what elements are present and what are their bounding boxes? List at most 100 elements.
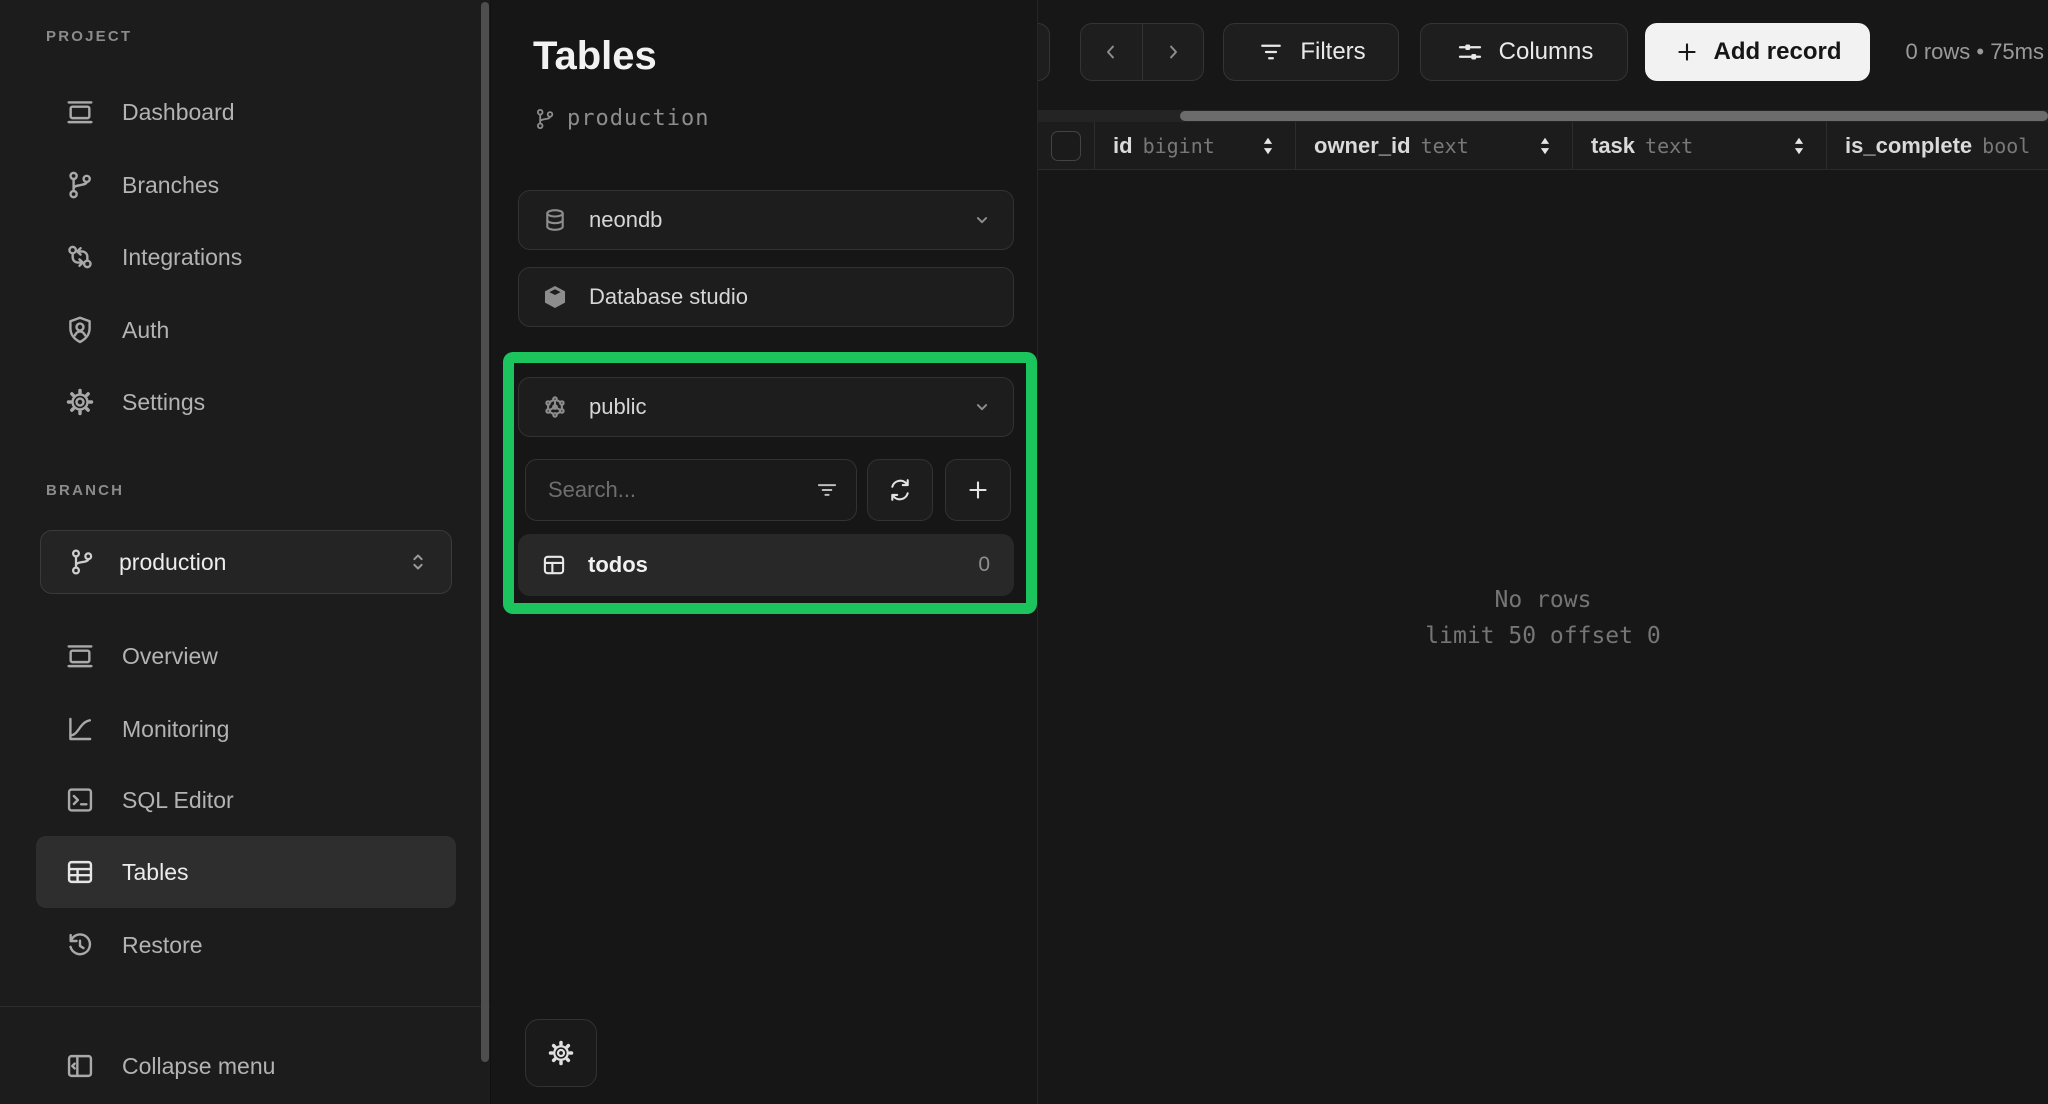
sidebar-item-restore[interactable]: Restore <box>36 909 456 981</box>
chevron-down-icon <box>969 207 995 233</box>
panel-branch: production <box>533 106 709 131</box>
database-selector[interactable]: neondb <box>518 190 1014 250</box>
plus-icon <box>964 476 992 504</box>
sidebar-item-label: Restore <box>122 932 203 959</box>
tables-panel: Tables production neondb Database studio… <box>490 0 1038 1104</box>
sidebar-item-overview[interactable]: Overview <box>36 620 456 692</box>
table-name: todos <box>588 552 978 578</box>
panel-collapse-icon <box>64 1050 96 1082</box>
filters-label: Filters <box>1300 38 1365 66</box>
collapse-menu-button[interactable]: Collapse menu <box>36 1030 456 1102</box>
git-compare-icon <box>64 241 96 273</box>
column-name: task <box>1591 133 1635 159</box>
table-row-count: 0 <box>978 553 990 577</box>
data-grid-area: Filters Columns Add record 0 rows • 75ms… <box>1038 0 2048 1104</box>
gear-icon <box>64 386 96 418</box>
columns-button[interactable]: Columns <box>1420 23 1628 81</box>
add-table-button[interactable] <box>945 459 1011 521</box>
chevron-right-icon <box>1160 39 1186 65</box>
sidebar-item-label: Auth <box>122 317 169 344</box>
schema-selector-value: public <box>589 394 969 420</box>
database-studio-label: Database studio <box>589 284 995 310</box>
cutoff-toolbar-button[interactable] <box>1038 23 1050 81</box>
window-icon <box>64 640 96 672</box>
next-page-button[interactable] <box>1143 24 1204 80</box>
refresh-icon <box>886 476 914 504</box>
add-record-button[interactable]: Add record <box>1645 23 1870 81</box>
panel-branch-name: production <box>567 106 709 131</box>
sidebar-item-sql-editor[interactable]: SQL Editor <box>36 764 456 836</box>
terminal-icon <box>64 784 96 816</box>
column-header-owner-id[interactable]: owner_id text <box>1296 122 1573 170</box>
window-icon <box>64 96 96 128</box>
project-section-label: PROJECT <box>46 28 132 45</box>
filters-button[interactable]: Filters <box>1223 23 1399 81</box>
sidebar-item-label: Settings <box>122 389 205 416</box>
schema-icon <box>541 393 569 421</box>
result-info: 0 rows • 75ms <box>1905 23 2044 81</box>
refresh-button[interactable] <box>867 459 933 521</box>
sidebar: PROJECT Dashboard Branches Integrations … <box>0 0 490 1104</box>
sidebar-item-branches[interactable]: Branches <box>36 149 456 221</box>
history-icon <box>64 929 96 961</box>
empty-state-line1: No rows <box>1038 582 2048 618</box>
grid-header: id bigint owner_id text task text is_com… <box>1038 122 2048 170</box>
git-branch-icon <box>64 169 96 201</box>
column-header-id[interactable]: id bigint <box>1095 122 1296 170</box>
sidebar-item-dashboard[interactable]: Dashboard <box>36 76 456 148</box>
search-input[interactable] <box>548 477 814 503</box>
chevron-down-icon <box>969 394 995 420</box>
sidebar-item-settings[interactable]: Settings <box>36 366 456 438</box>
sidebar-scrollbar[interactable] <box>481 2 489 1062</box>
git-branch-icon <box>533 107 557 131</box>
column-name: owner_id <box>1314 133 1411 159</box>
sidebar-item-label: Monitoring <box>122 716 229 743</box>
empty-state: No rows limit 50 offset 0 <box>1038 582 2048 654</box>
chart-icon <box>64 713 96 745</box>
pagination-controls <box>1080 23 1204 81</box>
chevron-left-icon <box>1098 39 1124 65</box>
table-list-item-todos[interactable]: todos 0 <box>518 534 1014 596</box>
column-header-task[interactable]: task text <box>1573 122 1827 170</box>
sidebar-item-integrations[interactable]: Integrations <box>36 221 456 293</box>
table-icon <box>540 551 568 579</box>
cube-icon <box>541 283 569 311</box>
schema-selector[interactable]: public <box>518 377 1014 437</box>
sort-icon[interactable] <box>1255 133 1281 159</box>
column-type: text <box>1421 134 1469 158</box>
branch-section-label: BRANCH <box>46 482 124 499</box>
sidebar-item-label: SQL Editor <box>122 787 234 814</box>
sort-icon[interactable] <box>1786 133 1812 159</box>
collapse-menu-label: Collapse menu <box>122 1053 275 1080</box>
branch-selector[interactable]: production <box>40 530 452 594</box>
horizontal-scrollbar <box>1038 110 2048 122</box>
sidebar-item-tables[interactable]: Tables <box>36 836 456 908</box>
sidebar-item-monitoring[interactable]: Monitoring <box>36 693 456 765</box>
column-type: bool <box>1982 134 2030 158</box>
git-branch-icon <box>67 547 97 577</box>
gear-icon <box>546 1038 576 1068</box>
filter-icon[interactable] <box>814 477 840 503</box>
table-search-field <box>525 459 857 521</box>
horizontal-scrollbar-handle[interactable] <box>1180 111 2048 121</box>
sidebar-item-label: Overview <box>122 643 218 670</box>
database-selector-value: neondb <box>589 207 969 233</box>
previous-page-button[interactable] <box>1081 24 1143 80</box>
sidebar-item-auth[interactable]: Auth <box>36 294 456 366</box>
sidebar-item-label: Tables <box>122 859 188 886</box>
sidebar-divider <box>0 1006 490 1007</box>
panel-title: Tables <box>533 34 657 79</box>
sidebar-item-label: Integrations <box>122 244 242 271</box>
database-icon <box>541 206 569 234</box>
column-name: is_complete <box>1845 133 1972 159</box>
filter-icon <box>1256 37 1286 67</box>
column-type: text <box>1645 134 1693 158</box>
app-window: PROJECT Dashboard Branches Integrations … <box>0 0 2048 1104</box>
database-studio-button[interactable]: Database studio <box>518 267 1014 327</box>
sort-icon[interactable] <box>1532 133 1558 159</box>
empty-state-line2: limit 50 offset 0 <box>1038 618 2048 654</box>
column-header-is-complete[interactable]: is_complete bool <box>1827 122 2048 170</box>
panel-settings-button[interactable] <box>525 1019 597 1087</box>
sliders-icon <box>1455 37 1485 67</box>
select-all-checkbox[interactable] <box>1051 131 1081 161</box>
